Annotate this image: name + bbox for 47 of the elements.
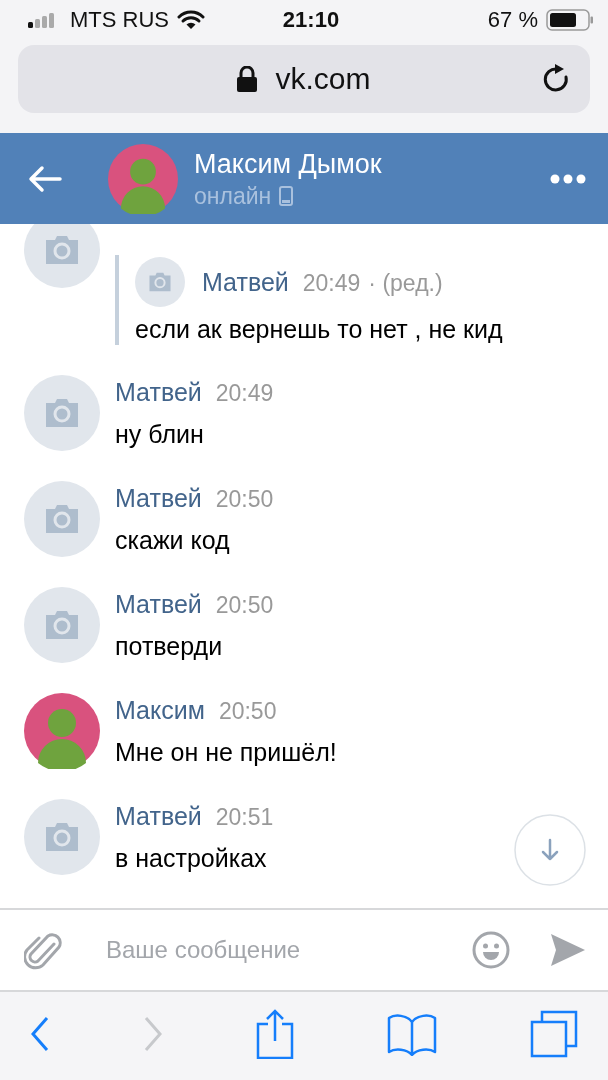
message-text: в настройках bbox=[115, 843, 268, 874]
clock-time: 21:10 bbox=[282, 7, 340, 33]
online-status: онлайн bbox=[194, 181, 272, 211]
url-text: vk.com bbox=[275, 62, 371, 96]
phone-icon bbox=[279, 185, 294, 206]
message-time: 20:50 bbox=[215, 485, 274, 514]
author-name[interactable]: Максим bbox=[115, 695, 205, 725]
message-text: Мне он не пришёл! bbox=[115, 737, 337, 768]
battery-percent: 67 % bbox=[487, 7, 538, 33]
author-name[interactable]: Матвей bbox=[115, 801, 202, 831]
send-icon[interactable] bbox=[550, 932, 586, 968]
message-time: 20:50 bbox=[215, 591, 274, 620]
message-text: ну блин bbox=[115, 419, 205, 450]
camera-avatar-icon bbox=[24, 799, 100, 875]
message-field[interactable]: Ваше сообщение bbox=[106, 936, 472, 964]
camera-avatar-icon bbox=[24, 375, 100, 451]
battery-icon bbox=[546, 9, 594, 31]
carrier-name: MTS RUS bbox=[70, 7, 169, 33]
paperclip-icon[interactable] bbox=[24, 930, 62, 970]
avatar-silhouette bbox=[108, 143, 178, 214]
message-time: 20:51 bbox=[215, 803, 274, 832]
author-name[interactable]: Матвей bbox=[115, 589, 202, 619]
author-name[interactable]: Матвей bbox=[115, 377, 202, 407]
camera-avatar-icon bbox=[24, 481, 100, 557]
camera-avatar-icon bbox=[24, 224, 100, 288]
wifi-icon bbox=[177, 10, 205, 30]
contact-name: Максим Дымок bbox=[194, 147, 383, 181]
author-name[interactable]: Матвей bbox=[115, 483, 202, 513]
address-bar[interactable]: vk.com bbox=[18, 45, 590, 113]
camera-avatar-icon bbox=[24, 587, 100, 663]
message-time: 20:49 bbox=[302, 268, 361, 298]
message-time: 20:49 bbox=[215, 379, 274, 408]
message-text: если ак вернешь то нет , не кид bbox=[135, 314, 503, 345]
share-icon[interactable] bbox=[256, 1009, 294, 1059]
bookmarks-icon[interactable] bbox=[387, 1012, 437, 1056]
edited-mark: · (ред.) bbox=[368, 268, 443, 298]
back-arrow-icon[interactable] bbox=[28, 164, 62, 193]
more-icon[interactable] bbox=[550, 173, 586, 184]
message-time: 20:50 bbox=[218, 697, 277, 726]
back-icon[interactable] bbox=[30, 1016, 50, 1052]
lock-icon bbox=[237, 66, 258, 92]
camera-avatar-icon bbox=[135, 257, 185, 307]
message-text: скажи код bbox=[115, 525, 231, 556]
message-text: потверди bbox=[115, 631, 224, 662]
emoji-icon[interactable] bbox=[472, 931, 510, 969]
author-name[interactable]: Матвей bbox=[202, 266, 289, 297]
tabs-icon[interactable] bbox=[530, 1010, 578, 1058]
